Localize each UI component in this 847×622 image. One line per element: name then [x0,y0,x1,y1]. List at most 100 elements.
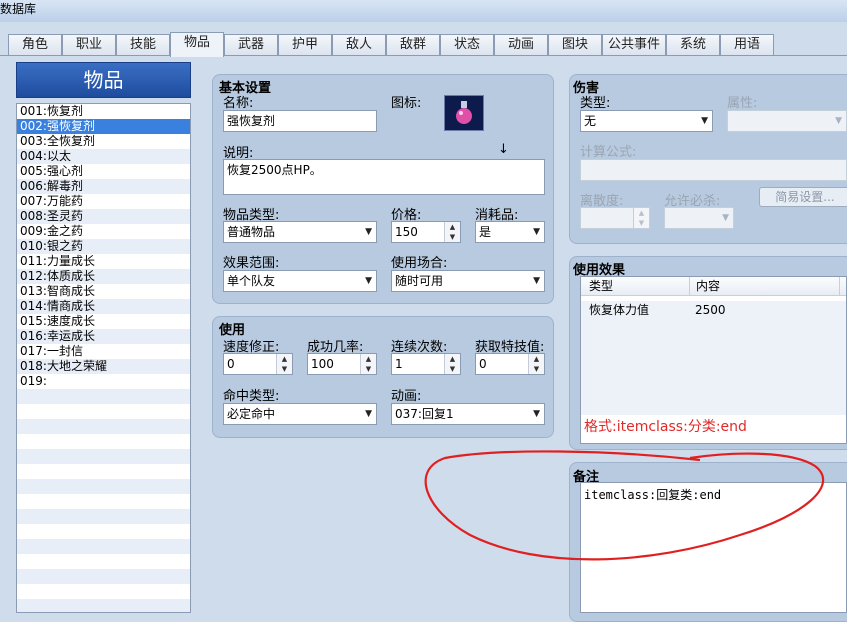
speed-stepper[interactable]: 0 ▲ ▼ [223,353,293,375]
column-extra [839,277,846,296]
tab-animations[interactable]: 动画 [494,34,548,56]
list-item-empty[interactable] [17,494,190,509]
consumable-value: 是 [479,225,492,239]
list-item-empty[interactable] [17,554,190,569]
list-item[interactable]: 003:全恢复剂 [17,134,190,149]
list-item[interactable]: 012:体质成长 [17,269,190,284]
list-item-empty[interactable] [17,449,190,464]
list-item[interactable]: 017:一封信 [17,344,190,359]
consumable-select[interactable]: 是 [475,221,545,243]
list-item-empty[interactable] [17,524,190,539]
list-item[interactable]: 008:圣灵药 [17,209,190,224]
list-item[interactable]: 007:万能药 [17,194,190,209]
occasion-select[interactable]: 随时可用 [391,270,545,292]
table-row-empty[interactable] [581,320,846,339]
list-item-empty[interactable] [17,404,190,419]
repeat-stepper[interactable]: 1 ▲ ▼ [391,353,461,375]
table-row-empty[interactable] [581,358,846,377]
formula-input[interactable] [580,159,847,181]
window-title-bar: 数据库 [0,0,847,22]
tab-common-events[interactable]: 公共事件 [602,34,666,56]
variance-stepper[interactable]: ▲ ▼ [580,207,650,229]
item-type-select[interactable]: 普通物品 [223,221,377,243]
list-item[interactable]: 005:强心剂 [17,164,190,179]
list-item-empty[interactable] [17,599,190,612]
icon-picker[interactable] [444,95,484,131]
tab-skills[interactable]: 技能 [116,34,170,56]
tp-gain-spin-icon[interactable]: ▲ ▼ [528,354,544,374]
list-item[interactable]: 009:金之药 [17,224,190,239]
tab-troops[interactable]: 敌群 [386,34,440,56]
animation-label: 动画: [391,389,422,404]
element-label: 属性: [727,96,758,111]
tab-armors[interactable]: 护甲 [278,34,332,56]
list-item[interactable]: 019: [17,374,190,389]
list-item-empty[interactable] [17,584,190,599]
effect-type-cell: 恢复体力值 [589,303,650,317]
list-item[interactable]: 004:以太 [17,149,190,164]
tab-system[interactable]: 系统 [666,34,720,56]
price-spin-icon[interactable]: ▲ ▼ [444,222,460,242]
hit-type-select[interactable]: 必定命中 [223,403,377,425]
repeat-spin-icon[interactable]: ▲ ▼ [444,354,460,374]
list-item[interactable]: 013:智商成长 [17,284,190,299]
list-item-empty[interactable] [17,569,190,584]
list-item[interactable]: 006:解毒剂 [17,179,190,194]
speed-spin-icon[interactable]: ▲ ▼ [276,354,292,374]
table-row-empty[interactable] [581,396,846,415]
potion-icon [456,101,472,124]
cursor-icon: ↓ [498,142,509,157]
list-item[interactable]: 001:恢复剂 [17,104,190,119]
tp-gain-value: 0 [479,357,487,371]
list-item[interactable]: 016:幸运成长 [17,329,190,344]
list-item[interactable]: 018:大地之荣耀 [17,359,190,374]
name-input[interactable]: 强恢复剂 [223,110,377,132]
effects-table-header: 类型 内容 [581,277,846,296]
animation-select[interactable]: 037:回复1 [391,403,545,425]
easy-settings-button[interactable]: 简易设置... [759,187,847,207]
tab-enemies[interactable]: 敌人 [332,34,386,56]
list-item[interactable]: 010:银之药 [17,239,190,254]
list-item-empty[interactable] [17,509,190,524]
scope-label: 效果范围: [223,256,280,271]
list-item-empty[interactable] [17,419,190,434]
description-input[interactable]: 恢复2500点HP。 [223,159,545,195]
variance-spin-icon[interactable]: ▲ ▼ [633,208,649,228]
table-row-empty[interactable] [581,377,846,396]
scope-select[interactable]: 单个队友 [223,270,377,292]
speed-value: 0 [227,357,235,371]
list-item-empty[interactable] [17,464,190,479]
damage-type-select[interactable]: 无 [580,110,713,132]
tab-actors[interactable]: 角色 [8,34,62,56]
tab-states[interactable]: 状态 [440,34,494,56]
list-item[interactable]: 011:力量成长 [17,254,190,269]
window-title: 数据库 [0,2,37,16]
tab-terms[interactable]: 用语 [720,34,774,56]
item-list[interactable]: 001:恢复剂 002:强恢复剂 003:全恢复剂 004:以太 005:强心剂… [16,103,191,613]
note-textarea[interactable]: itemclass:回复类:end [580,482,847,613]
element-select[interactable] [727,110,847,132]
table-row-empty[interactable] [581,339,846,358]
list-item[interactable]: 014:情商成长 [17,299,190,314]
list-item-selected[interactable]: 002:强恢复剂 [17,119,190,134]
list-item-empty[interactable] [17,539,190,554]
column-type: 类型 [589,279,614,293]
success-spin-icon[interactable]: ▲ ▼ [360,354,376,374]
success-stepper[interactable]: 100 ▲ ▼ [307,353,377,375]
list-item-empty[interactable] [17,434,190,449]
list-title: 物品 [16,62,191,98]
hit-type-value: 必定命中 [227,407,276,421]
critical-select[interactable] [664,207,734,229]
list-item[interactable]: 015:速度成长 [17,314,190,329]
table-row[interactable]: 恢复体力值 2500 [581,301,846,320]
tab-classes[interactable]: 职业 [62,34,116,56]
tp-gain-stepper[interactable]: 0 ▲ ▼ [475,353,545,375]
tab-weapons[interactable]: 武器 [224,34,278,56]
icon-label: 图标: [391,96,422,111]
formula-label: 计算公式: [580,145,637,160]
tab-items[interactable]: 物品 [170,32,224,57]
tab-tilesets[interactable]: 图块 [548,34,602,56]
price-stepper[interactable]: 150 ▲ ▼ [391,221,461,243]
list-item-empty[interactable] [17,479,190,494]
list-item-empty[interactable] [17,389,190,404]
